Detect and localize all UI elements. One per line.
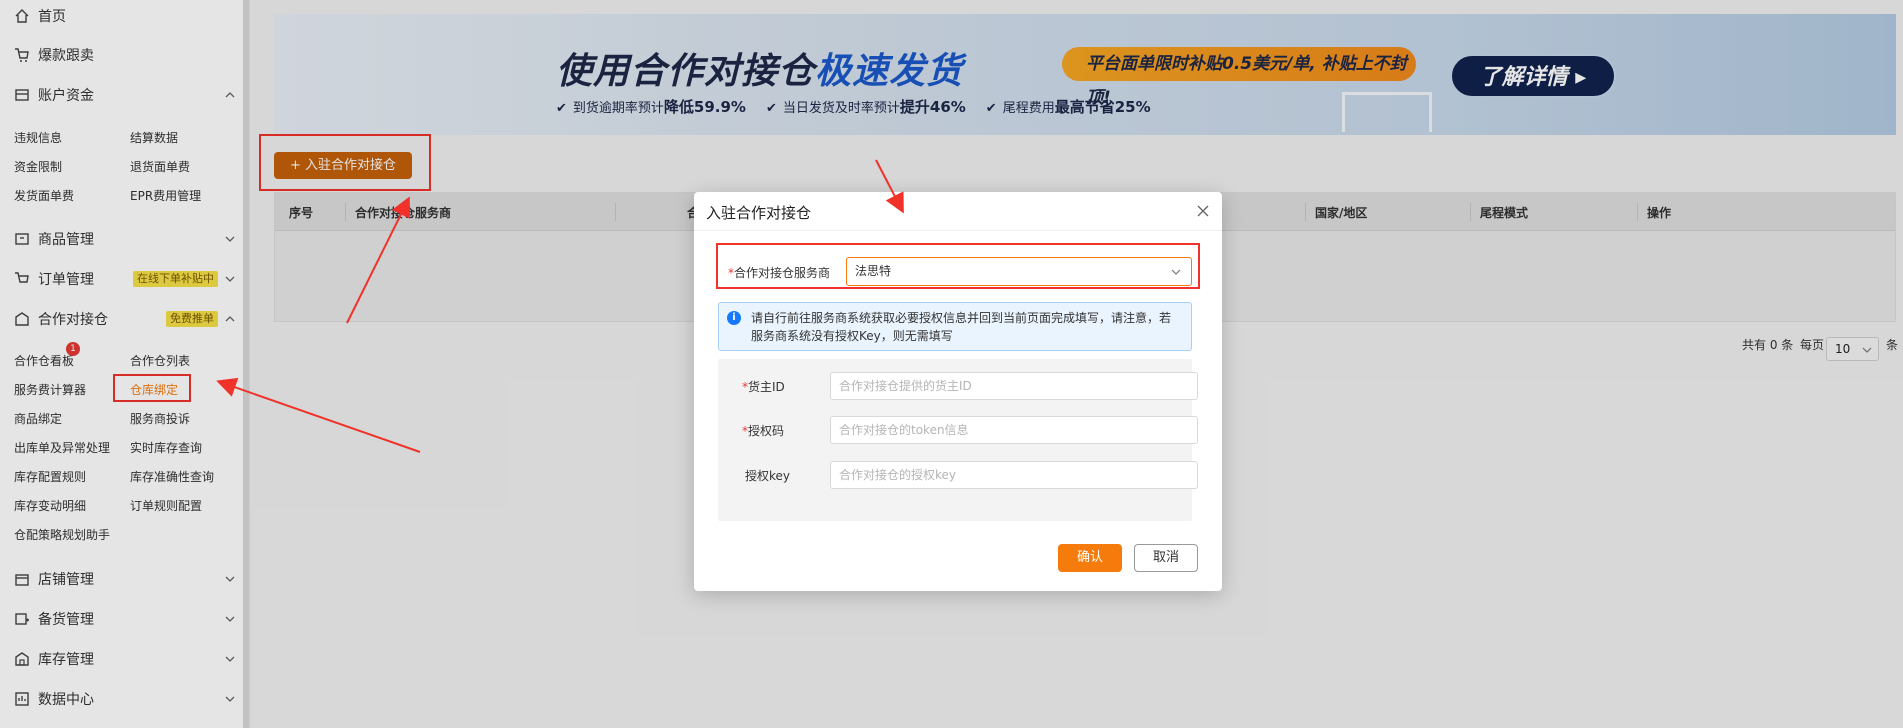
owner-id-label-text: 货主ID bbox=[748, 380, 785, 394]
provider-select[interactable]: 法思特 bbox=[846, 257, 1192, 286]
dialog-title: 入驻合作对接仓 bbox=[706, 204, 812, 222]
confirm-button[interactable]: 确认 bbox=[1058, 544, 1122, 572]
info-icon: i bbox=[727, 311, 741, 325]
auth-code-label: *授权码 bbox=[742, 422, 784, 439]
join-warehouse-dialog: 入驻合作对接仓 *合作对接仓服务商 法思特 i 请自行前往服务商系统获取必要授权… bbox=[694, 192, 1222, 591]
auth-key-input[interactable]: 合作对接仓的授权key bbox=[830, 461, 1198, 489]
close-icon[interactable] bbox=[1196, 204, 1210, 218]
auth-key-label: 授权key bbox=[745, 469, 791, 483]
cancel-button[interactable]: 取消 bbox=[1134, 544, 1198, 572]
owner-id-input[interactable]: 合作对接仓提供的货主ID bbox=[830, 372, 1198, 400]
provider-label-text: 合作对接仓服务商 bbox=[734, 266, 831, 280]
credentials-panel: *货主ID 合作对接仓提供的货主ID *授权码 合作对接仓的token信息 授权… bbox=[718, 359, 1198, 521]
info-alert: i 请自行前往服务商系统获取必要授权信息并回到当前页面完成填写，请注意，若服务商… bbox=[718, 302, 1192, 351]
info-alert-text: 请自行前往服务商系统获取必要授权信息并回到当前页面完成填写，请注意，若服务商系统… bbox=[751, 311, 1172, 343]
auth-code-label-text: 授权码 bbox=[748, 424, 785, 438]
owner-id-label: *货主ID bbox=[742, 378, 785, 395]
dialog-divider bbox=[694, 230, 1222, 231]
chevron-down-icon bbox=[1171, 269, 1181, 275]
provider-select-value: 法思特 bbox=[855, 264, 892, 278]
auth-code-input[interactable]: 合作对接仓的token信息 bbox=[830, 416, 1198, 444]
provider-label: *合作对接仓服务商 bbox=[728, 264, 830, 281]
